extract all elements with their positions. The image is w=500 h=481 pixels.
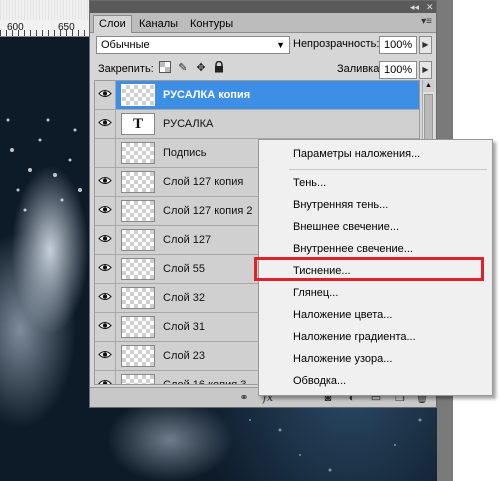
menu-item[interactable]: Внешнее свечение...: [259, 216, 492, 238]
horizontal-ruler: 600 650: [0, 0, 90, 37]
layer-name[interactable]: Слой 55: [163, 263, 205, 275]
visibility-eye-icon[interactable]: [95, 197, 116, 225]
layer-thumbnail[interactable]: [121, 171, 155, 193]
layer-name[interactable]: Слой 31: [163, 321, 205, 333]
layer-thumbnail[interactable]: [121, 287, 155, 309]
visibility-eye-icon[interactable]: [95, 226, 116, 254]
ruler-hatch: [0, 0, 90, 20]
menu-item[interactable]: Наложение градиента...: [259, 326, 492, 348]
opacity-slider-button[interactable]: ▶: [419, 36, 432, 54]
visibility-eye-icon[interactable]: [95, 342, 116, 370]
visibility-eye-icon[interactable]: [95, 139, 116, 167]
layer-name[interactable]: Слой 23: [163, 350, 205, 362]
collapse-panel-icon[interactable]: ◂◂: [410, 2, 419, 12]
menu-item[interactable]: Параметры наложения...: [259, 143, 492, 165]
panel-title-bar[interactable]: ◂◂ ✕: [90, 1, 436, 13]
menu-separator: [289, 169, 487, 170]
layer-thumbnail[interactable]: [121, 374, 155, 384]
layer-thumbnail[interactable]: [121, 84, 155, 106]
lock-position-icon[interactable]: ✥: [194, 61, 208, 75]
menu-item[interactable]: Тень...: [259, 172, 492, 194]
lock-all-icon[interactable]: [212, 60, 226, 75]
scrollbar-thumb[interactable]: [424, 94, 433, 144]
layer-name[interactable]: Слой 127 копия 2: [163, 205, 253, 217]
tab-paths[interactable]: Контуры: [184, 15, 239, 33]
fill-slider-button[interactable]: ▶: [419, 61, 432, 79]
layer-name[interactable]: РУСАЛКА копия: [163, 89, 250, 101]
layer-thumbnail[interactable]: [121, 200, 155, 222]
link-layers-icon[interactable]: ⚭: [236, 391, 252, 405]
layer-row[interactable]: РУСАЛКА копия: [95, 81, 419, 110]
ruler-ticks: [0, 30, 90, 36]
fill-label: Заливка:: [337, 63, 383, 75]
menu-item[interactable]: Наложение цвета...: [259, 304, 492, 326]
layer-thumbnail[interactable]: [121, 316, 155, 338]
menu-item[interactable]: Внутренняя тень...: [259, 194, 492, 216]
layer-name[interactable]: Слой 16 копия 3: [163, 379, 246, 384]
layer-thumbnail[interactable]: [121, 258, 155, 280]
layer-name[interactable]: Слой 32: [163, 292, 205, 304]
layer-row[interactable]: T РУСАЛКА: [95, 110, 419, 139]
visibility-eye-icon[interactable]: [95, 255, 116, 283]
layer-name[interactable]: Слой 127: [163, 234, 211, 246]
lock-brush-icon[interactable]: ✎: [176, 61, 190, 75]
tab-channels[interactable]: Каналы: [133, 15, 184, 33]
menu-item[interactable]: Обводка...: [259, 370, 492, 392]
layer-thumbnail[interactable]: [121, 142, 155, 164]
panel-menu-icon[interactable]: ▾≡: [421, 16, 432, 27]
opacity-input[interactable]: 100%: [379, 36, 417, 54]
text-layer-thumbnail[interactable]: T: [121, 113, 155, 135]
layer-thumbnail[interactable]: [121, 345, 155, 367]
close-panel-icon[interactable]: ✕: [426, 2, 434, 12]
visibility-eye-icon[interactable]: [95, 110, 116, 138]
blend-mode-value: Обычные: [101, 39, 150, 51]
layer-name[interactable]: Подпись: [163, 147, 207, 159]
menu-item[interactable]: Наложение узора...: [259, 348, 492, 370]
layer-thumbnail[interactable]: [121, 229, 155, 251]
tab-layers[interactable]: Слои: [93, 15, 132, 33]
lock-label: Закрепить:: [98, 63, 154, 75]
layer-name[interactable]: РУСАЛКА: [163, 118, 213, 130]
fill-input[interactable]: 100%: [379, 61, 417, 79]
blend-mode-select[interactable]: Обычные ▼: [96, 36, 290, 54]
visibility-eye-icon[interactable]: [95, 81, 116, 109]
opacity-label: Непрозрачность:: [293, 38, 380, 50]
lock-transparency-icon[interactable]: [158, 61, 172, 75]
visibility-eye-icon[interactable]: [95, 168, 116, 196]
scroll-up-icon[interactable]: ▲: [423, 80, 434, 92]
visibility-eye-icon[interactable]: [95, 284, 116, 312]
highlight-annotation: [254, 257, 484, 281]
panel-tabs: Слои Каналы Контуры ▾≡: [90, 13, 436, 33]
chevron-down-icon: ▼: [276, 40, 285, 50]
visibility-eye-icon[interactable]: [95, 371, 116, 384]
layer-name[interactable]: Слой 127 копия: [163, 176, 243, 188]
visibility-eye-icon[interactable]: [95, 313, 116, 341]
menu-item[interactable]: Глянец...: [259, 282, 492, 304]
